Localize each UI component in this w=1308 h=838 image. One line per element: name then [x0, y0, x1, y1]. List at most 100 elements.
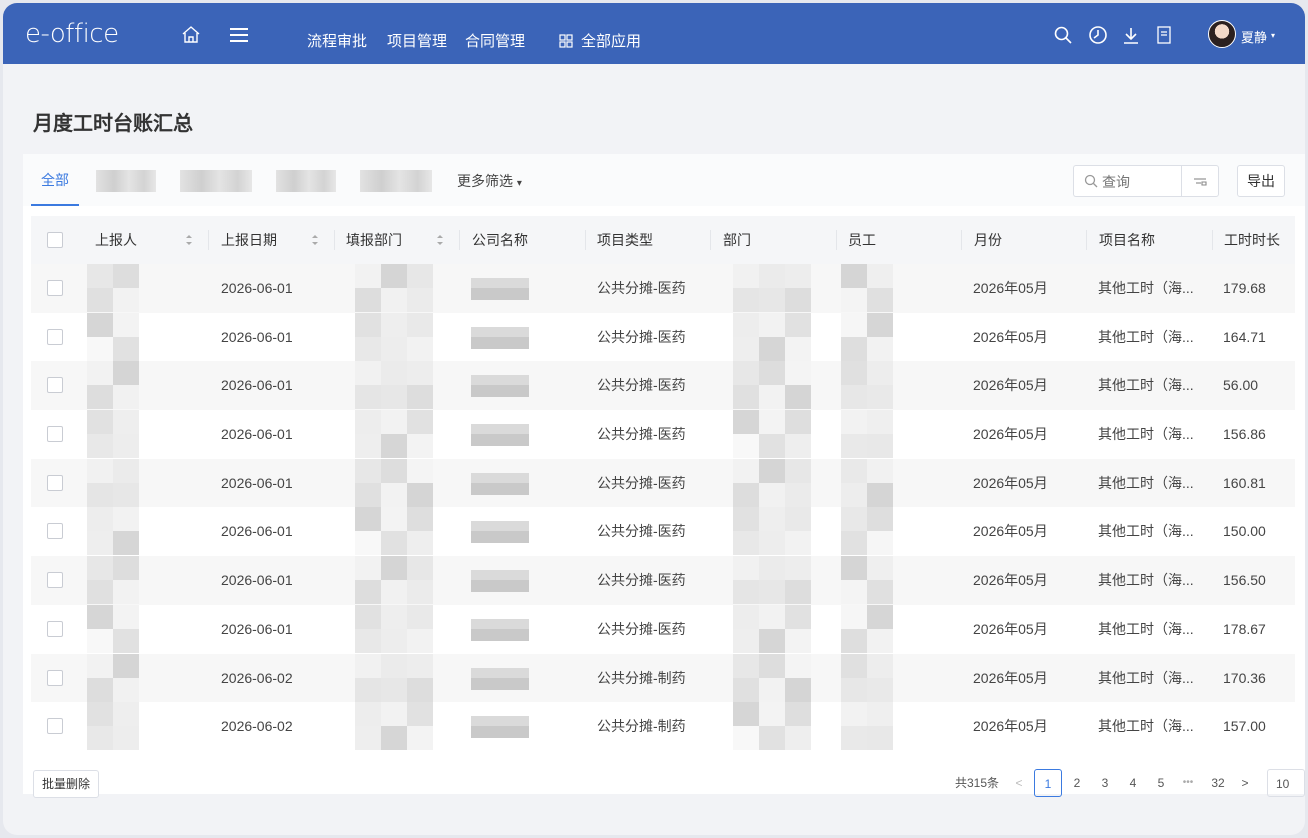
username[interactable]: 夏静 — [1241, 27, 1267, 46]
select-all-checkbox[interactable] — [47, 232, 63, 248]
page-ellipsis[interactable]: ••• — [1176, 769, 1200, 797]
table-row[interactable]: 2026-06-02 公共分摊-制药 2026年05月 其他工时（海... 170.36 — [31, 653, 1295, 703]
redacted-block — [407, 410, 433, 435]
redacted-block — [867, 726, 893, 751]
page-size-select[interactable]: 10 — [1267, 769, 1305, 797]
clock-icon[interactable] — [1088, 25, 1108, 45]
redacted-block — [113, 458, 139, 483]
sort-icon[interactable] — [185, 234, 193, 246]
redacted-block — [355, 628, 381, 653]
table-row[interactable]: 2026-06-01 公共分摊-医药 2026年05月 其他工时（海... 160.81 — [31, 458, 1295, 508]
column-divider — [334, 230, 335, 250]
table-row[interactable]: 2026-06-01 公共分摊-医药 2026年05月 其他工时（海... 56.00 — [31, 361, 1295, 411]
redacted-block — [785, 628, 811, 653]
redacted-block — [733, 361, 759, 386]
more-filters-dropdown[interactable]: 更多筛选 ▾ — [457, 171, 522, 191]
row-checkbox[interactable] — [47, 669, 63, 686]
redacted-block — [841, 361, 867, 386]
col-header-reporter[interactable]: 上报人 — [95, 216, 137, 264]
redacted-block — [381, 312, 407, 337]
download-icon[interactable] — [1121, 25, 1141, 45]
redacted-block — [407, 580, 433, 605]
search-icon — [1084, 174, 1098, 188]
col-header-department[interactable]: 部门 — [723, 216, 751, 264]
table-row[interactable]: 2026-06-01 公共分摊-医药 2026年05月 其他工时（海... 156.50 — [31, 556, 1295, 605]
search-input[interactable] — [1102, 172, 1178, 192]
table-row[interactable]: 2026-06-01 公共分摊-医药 2026年05月 其他工时（海... 179.68 — [31, 264, 1295, 313]
advanced-filter-button[interactable] — [1181, 165, 1219, 197]
redacted-block — [759, 312, 785, 337]
chevron-down-icon[interactable]: ▾ — [1271, 31, 1275, 40]
cell-project-name: 其他工时（海... — [1098, 426, 1194, 443]
search-input-box[interactable] — [1073, 165, 1181, 197]
col-header-hours[interactable]: 工时时长 — [1224, 216, 1280, 264]
cell-project-type: 公共分摊-医药 — [597, 523, 686, 540]
redacted-block — [841, 385, 867, 410]
tab-all[interactable]: 全部 — [31, 154, 79, 206]
col-header-employee[interactable]: 员工 — [848, 216, 876, 264]
table-row[interactable]: 2026-06-02 公共分摊-制药 2026年05月 其他工时（海... 157.00 — [31, 702, 1295, 751]
redacted-block — [785, 726, 811, 751]
row-checkbox[interactable] — [47, 523, 63, 540]
menu-icon[interactable] — [229, 26, 249, 44]
next-page-button[interactable]: > — [1237, 769, 1253, 797]
col-header-filing-department[interactable]: 填报部门 — [346, 216, 402, 264]
cell-project-type: 公共分摊-医药 — [597, 572, 686, 589]
redacted-block — [841, 531, 867, 556]
cell-project-name: 其他工时（海... — [1098, 280, 1194, 296]
nav-contract-management[interactable]: 合同管理 — [465, 30, 525, 51]
redacted-block — [87, 507, 113, 532]
page-3[interactable]: 3 — [1096, 769, 1114, 797]
page-4[interactable]: 4 — [1124, 769, 1142, 797]
redacted-block — [785, 702, 811, 727]
table-row[interactable]: 2026-06-01 公共分摊-医药 2026年05月 其他工时（海... 156.86 — [31, 410, 1295, 459]
row-checkbox[interactable] — [47, 620, 63, 637]
nav-project-management[interactable]: 项目管理 — [387, 30, 447, 51]
app-window: e-office 流程审批 项目管理 合同管理 全部应用 夏静 ▾ 月度工时台账… — [3, 3, 1305, 835]
export-button[interactable]: 导出 — [1237, 165, 1285, 197]
table-row[interactable]: 2026-06-01 公共分摊-医药 2026年05月 其他工时（海... 150.00 — [31, 507, 1295, 556]
col-header-company[interactable]: 公司名称 — [472, 216, 528, 264]
sort-icon[interactable] — [436, 234, 444, 246]
row-checkbox[interactable] — [47, 426, 63, 443]
tab-redacted-3[interactable] — [276, 170, 336, 192]
document-icon[interactable] — [1154, 25, 1174, 45]
cell-month: 2026年05月 — [973, 426, 1048, 443]
page-5[interactable]: 5 — [1152, 769, 1170, 797]
column-divider — [208, 230, 209, 250]
all-apps-link[interactable]: 全部应用 — [559, 30, 641, 51]
row-checkbox[interactable] — [47, 280, 63, 296]
tab-redacted-4[interactable] — [360, 170, 432, 192]
table-row[interactable]: 2026-06-01 公共分摊-医药 2026年05月 其他工时（海... 178.67 — [31, 604, 1295, 654]
col-header-project-type[interactable]: 项目类型 — [597, 216, 653, 264]
page-32[interactable]: 32 — [1206, 769, 1230, 797]
col-header-month[interactable]: 月份 — [974, 216, 1002, 264]
row-checkbox[interactable] — [47, 328, 63, 345]
batch-delete-button[interactable]: 批量删除 — [33, 770, 99, 798]
row-checkbox[interactable] — [47, 377, 63, 394]
sort-icon[interactable] — [311, 234, 319, 246]
row-checkbox[interactable] — [47, 474, 63, 491]
col-header-project-name[interactable]: 项目名称 — [1099, 216, 1155, 264]
search-icon[interactable] — [1053, 25, 1073, 45]
home-icon[interactable] — [181, 25, 201, 45]
tab-redacted-1[interactable] — [96, 170, 156, 192]
tab-redacted-2[interactable] — [180, 170, 252, 192]
redacted-block — [113, 556, 139, 581]
page-1[interactable]: 1 — [1034, 769, 1062, 797]
col-header-report-date[interactable]: 上报日期 — [221, 216, 277, 264]
nav-workflow-approval[interactable]: 流程审批 — [307, 30, 367, 51]
row-checkbox[interactable] — [47, 572, 63, 589]
grid-icon — [559, 33, 573, 48]
cell-month: 2026年05月 — [973, 669, 1048, 686]
avatar[interactable] — [1208, 20, 1236, 48]
app-logo[interactable]: e-office — [25, 19, 119, 49]
table-row[interactable]: 2026-06-01 公共分摊-医药 2026年05月 其他工时（海... 164.71 — [31, 312, 1295, 362]
row-checkbox[interactable] — [47, 718, 63, 735]
redacted-block — [113, 702, 139, 727]
redacted-block — [407, 531, 433, 556]
prev-page-button[interactable]: < — [1011, 769, 1027, 797]
page-2[interactable]: 2 — [1068, 769, 1086, 797]
redacted-block — [841, 726, 867, 751]
redacted-block — [381, 458, 407, 483]
